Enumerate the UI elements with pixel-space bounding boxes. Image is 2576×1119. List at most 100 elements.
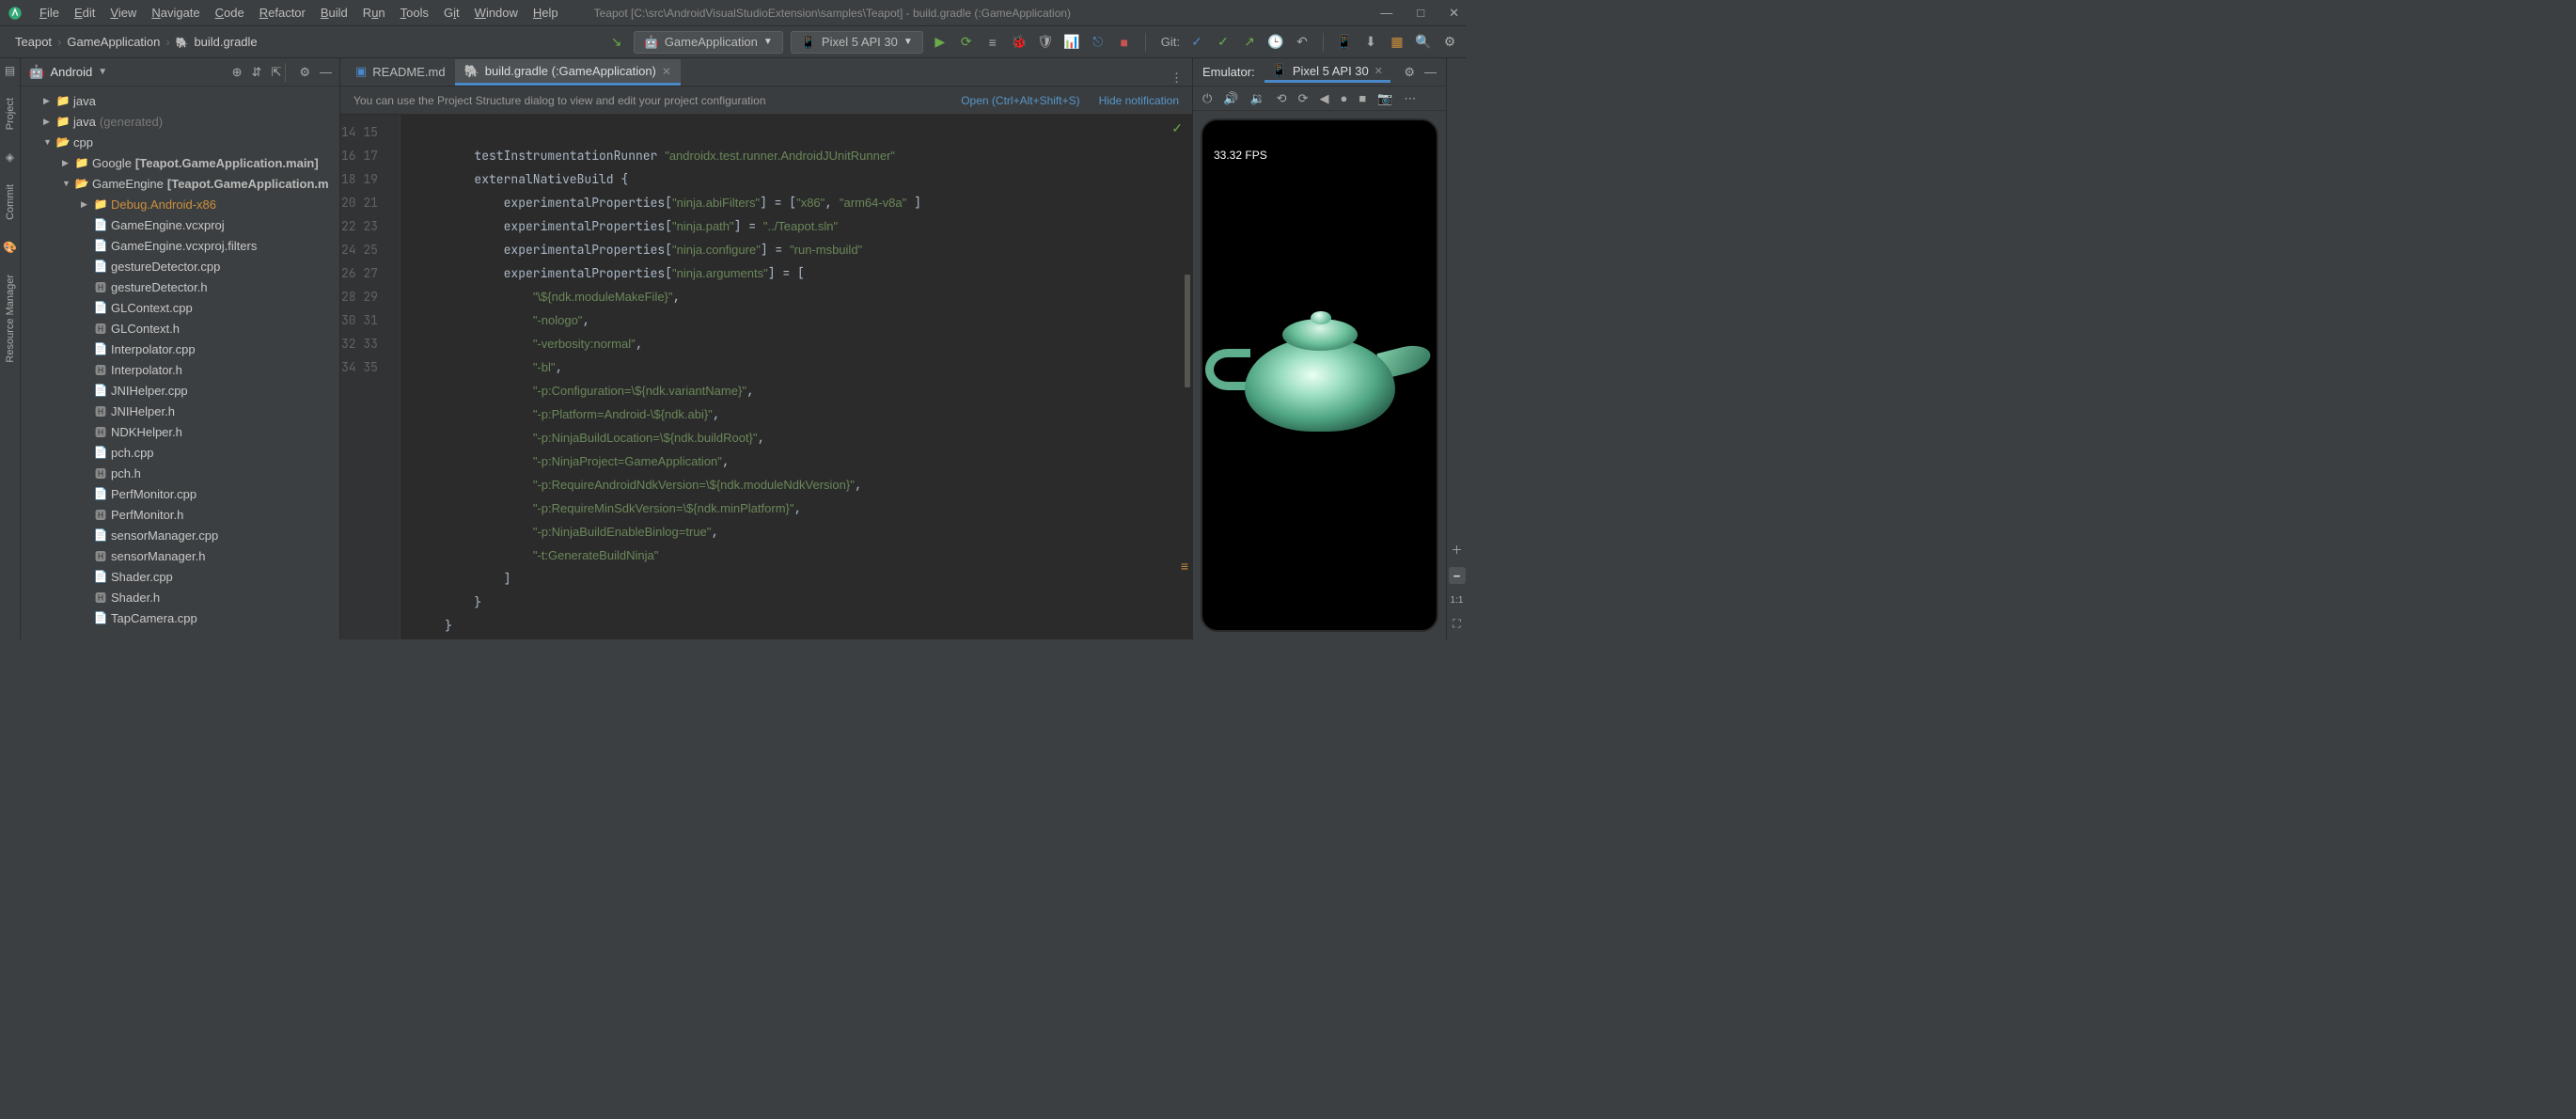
close-tab-icon[interactable]: ✕ <box>1374 65 1383 77</box>
tabs-more-icon[interactable]: ⋮ <box>1161 71 1192 86</box>
tree-file[interactable]: 📄gestureDetector.cpp <box>21 256 339 276</box>
hammer-icon[interactable]: ↘ <box>607 33 626 52</box>
tree-folder-gameengine[interactable]: ▼📂GameEngine[Teapot.GameApplication.m <box>21 173 339 194</box>
menu-help[interactable]: Help <box>526 6 566 20</box>
attach-debugger-button[interactable]: ⎋ <box>1089 33 1107 52</box>
notification-hide-link[interactable]: Hide notification <box>1099 94 1179 107</box>
resource-manager-icon[interactable]: 🎨 <box>3 241 17 254</box>
tree-file[interactable]: 📄Shader.cpp <box>21 566 339 587</box>
tree-file[interactable]: 📄sensorManager.cpp <box>21 525 339 545</box>
rotate-right-icon[interactable]: ⟳ <box>1298 91 1309 106</box>
tree-file[interactable]: 📄Interpolator.cpp <box>21 339 339 359</box>
coverage-button[interactable]: 🛡 <box>1036 33 1055 52</box>
menu-edit[interactable]: Edit <box>67 6 102 20</box>
power-icon[interactable]: ⏻ <box>1202 91 1212 106</box>
tree-folder-java-generated[interactable]: ▶📁java(generated) <box>21 111 339 132</box>
emulator-screen[interactable]: 33.32 FPS <box>1201 118 1438 632</box>
scrollbar-stripe[interactable] <box>1185 275 1190 387</box>
menu-view[interactable]: View <box>102 6 144 20</box>
profile-button[interactable]: 📊 <box>1062 33 1081 52</box>
zoom-in-button[interactable]: ＋ <box>1449 541 1466 558</box>
tree-folder-google[interactable]: ▶📁Google[Teapot.GameApplication.main] <box>21 152 339 173</box>
fit-button[interactable]: ⛶ <box>1449 615 1466 632</box>
menu-build[interactable]: Build <box>313 6 355 20</box>
avd-manager-button[interactable]: 📱 <box>1335 33 1354 52</box>
search-button[interactable]: 🔍 <box>1414 33 1433 52</box>
tree-file[interactable]: 📄GameEngine.vcxproj <box>21 214 339 235</box>
menu-file[interactable]: File <box>32 6 67 20</box>
fold-column[interactable] <box>387 115 401 639</box>
project-tool-tab[interactable]: Project <box>5 92 16 135</box>
gear-icon[interactable]: ⚙ <box>1404 65 1415 80</box>
tree-file[interactable]: 🅷Interpolator.h <box>21 359 339 380</box>
run-config-selector[interactable]: 🤖 GameApplication ▼ <box>634 31 783 54</box>
tree-file[interactable]: 📄PerfMonitor.cpp <box>21 483 339 504</box>
update-project-button[interactable]: ✓ <box>1187 33 1206 52</box>
rollback-button[interactable]: ↶ <box>1293 33 1312 52</box>
volume-down-icon[interactable]: 🔉 <box>1249 91 1264 106</box>
tree-folder-debug[interactable]: ▶📁Debug.Android-x86 <box>21 194 339 214</box>
tree-file[interactable]: 📄GameEngine.vcxproj.filters <box>21 235 339 256</box>
tree-file[interactable]: 📄JNIHelper.cpp <box>21 380 339 401</box>
tree-file[interactable]: 📄TapCamera.cpp <box>21 607 339 628</box>
sdk-manager-button[interactable]: ⬇ <box>1361 33 1380 52</box>
tree-file[interactable]: 🅷PerfMonitor.h <box>21 504 339 525</box>
history-button[interactable]: 🕒 <box>1266 33 1285 52</box>
code-minimap-icon[interactable]: ≡ <box>1181 559 1188 574</box>
code-editor[interactable]: 14 15 16 17 18 19 20 21 22 23 24 25 26 2… <box>340 115 1192 639</box>
hide-panel-icon[interactable]: — <box>320 65 332 79</box>
gear-icon[interactable]: ⚙ <box>299 65 310 80</box>
menu-navigate[interactable]: Navigate <box>144 6 207 20</box>
menu-tools[interactable]: Tools <box>393 6 436 20</box>
home-icon[interactable]: ● <box>1340 91 1347 105</box>
tree-folder-java[interactable]: ▶📁java <box>21 90 339 111</box>
resource-manager-tab[interactable]: Resource Manager <box>5 269 16 369</box>
apply-code-changes-button[interactable]: ≡ <box>983 33 1002 52</box>
commit-tool-tab[interactable]: Commit <box>5 179 16 226</box>
editor-tab-readme[interactable]: ▣README.md <box>346 59 455 86</box>
expand-all-icon[interactable]: ⇵ <box>252 65 262 80</box>
tree-file[interactable]: 🅷GLContext.h <box>21 318 339 339</box>
collapse-all-icon[interactable]: ⇱ <box>271 65 281 80</box>
menu-run[interactable]: Run <box>355 6 393 20</box>
volume-up-icon[interactable]: 🔊 <box>1223 91 1238 106</box>
inspection-ok-icon[interactable]: ✓ <box>1171 120 1183 136</box>
more-icon[interactable]: ⋯ <box>1404 91 1416 106</box>
close-tab-icon[interactable]: ✕ <box>662 65 671 78</box>
zoom-out-button[interactable]: − <box>1449 567 1466 584</box>
project-view-title[interactable]: Android <box>50 65 92 79</box>
hide-panel-icon[interactable]: — <box>1424 65 1437 79</box>
screenshot-icon[interactable]: 📷 <box>1377 91 1392 106</box>
menu-window[interactable]: Window <box>467 6 526 20</box>
chevron-down-icon[interactable]: ▼ <box>98 67 107 77</box>
resource-manager-button[interactable]: ▦ <box>1388 33 1406 52</box>
push-button[interactable]: ↗ <box>1240 33 1259 52</box>
tree-file[interactable]: 🅷gestureDetector.h <box>21 276 339 297</box>
menu-code[interactable]: Code <box>208 6 252 20</box>
settings-button[interactable]: ⚙ <box>1440 33 1459 52</box>
code-content[interactable]: testInstrumentationRunner "androidx.test… <box>401 115 1192 639</box>
rotate-left-icon[interactable]: ⟲ <box>1277 91 1287 106</box>
crumb-file[interactable]: 🐘build.gradle <box>170 35 263 49</box>
tree-folder-cpp[interactable]: ▼📂cpp <box>21 132 339 152</box>
overview-icon[interactable]: ■ <box>1359 91 1366 105</box>
close-button[interactable]: ✕ <box>1449 6 1459 21</box>
apply-changes-button[interactable]: ⟳ <box>957 33 976 52</box>
run-button[interactable]: ▶ <box>931 33 950 52</box>
tree-file[interactable]: 🅷JNIHelper.h <box>21 401 339 421</box>
tree-file[interactable]: 🅷Shader.h <box>21 587 339 607</box>
select-opened-file-icon[interactable]: ⊕ <box>232 65 243 80</box>
back-icon[interactable]: ◀ <box>1319 91 1328 106</box>
tree-file[interactable]: 📄GLContext.cpp <box>21 297 339 318</box>
crumb-project[interactable]: Teapot <box>9 35 57 49</box>
tree-file[interactable]: 🅷NDKHelper.h <box>21 421 339 442</box>
device-selector[interactable]: 📱 Pixel 5 API 30 ▼ <box>791 31 923 54</box>
debug-button[interactable]: 🐞 <box>1010 33 1029 52</box>
notification-open-link[interactable]: Open (Ctrl+Alt+Shift+S) <box>961 94 1079 107</box>
menu-refactor[interactable]: Refactor <box>252 6 313 20</box>
minimize-button[interactable]: — <box>1380 6 1392 21</box>
zoom-ratio[interactable]: 1:1 <box>1451 595 1464 606</box>
commit-tool-icon[interactable]: ◈ <box>6 150 14 164</box>
tree-file[interactable]: 🅷pch.h <box>21 463 339 483</box>
project-tool-icon[interactable]: ▤ <box>5 64 15 77</box>
